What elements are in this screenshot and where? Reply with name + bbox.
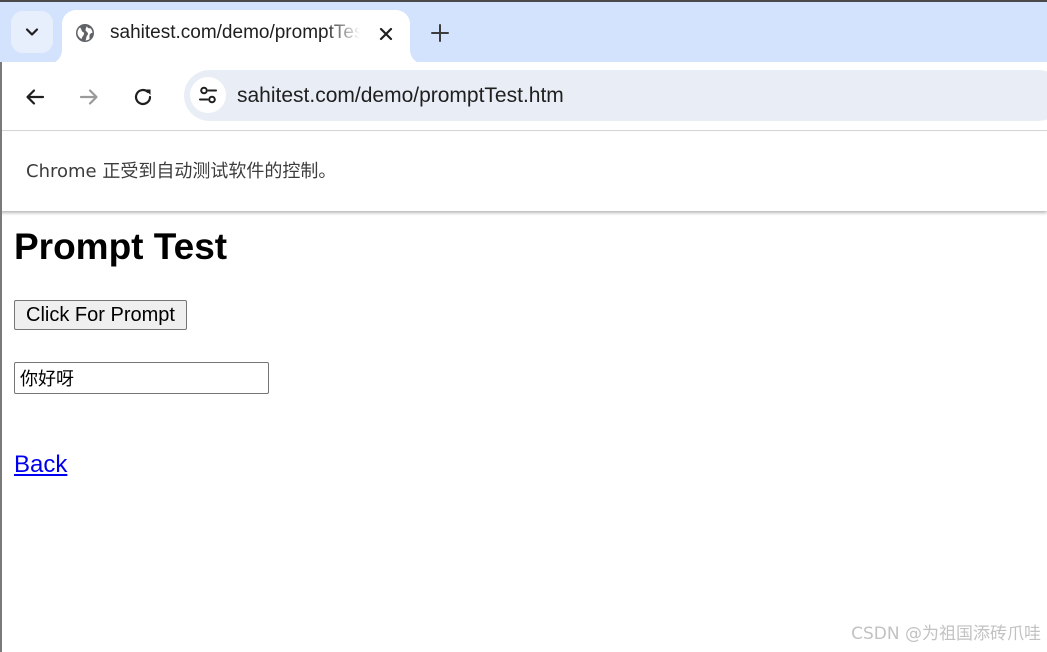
automation-infobar: Chrome 正受到自动测试软件的控制。 (0, 132, 1047, 211)
close-icon (379, 27, 393, 41)
page-title: Prompt Test (14, 226, 228, 267)
site-info-button[interactable] (190, 77, 226, 113)
watermark: CSDN @为祖国添砖爪哇 (851, 624, 1041, 644)
arrow-left-icon (26, 89, 45, 105)
globe-icon (76, 24, 94, 42)
new-tab-button[interactable] (426, 19, 454, 47)
back-link[interactable]: Back (14, 451, 67, 479)
tab-search-button[interactable] (11, 11, 53, 53)
reload-icon (134, 88, 152, 106)
reload-button[interactable] (128, 82, 158, 112)
arrow-right-icon (79, 89, 98, 105)
plus-icon (431, 24, 449, 42)
tab-close-button[interactable] (374, 22, 398, 46)
infobar-message: Chrome 正受到自动测试软件的控制。 (26, 161, 337, 182)
tab-title: sahitest.com/demo/promptTest.htm (110, 22, 360, 43)
click-for-prompt-button[interactable]: Click For Prompt (14, 300, 187, 330)
chevron-down-icon (25, 28, 39, 36)
tab-strip: sahitest.com/demo/promptTest.htm (0, 0, 1047, 64)
url-text[interactable]: sahitest.com/demo/promptTest.htm (237, 82, 564, 110)
forward-button[interactable] (74, 82, 104, 112)
prompt-result-input[interactable] (14, 362, 269, 394)
tab-active[interactable]: sahitest.com/demo/promptTest.htm (62, 10, 410, 64)
page-content: Prompt Test Click For Prompt Back CSDN @… (0, 211, 1047, 652)
toolbar: sahitest.com/demo/promptTest.htm (0, 62, 1047, 131)
browser-window: sahitest.com/demo/promptTest.htm (0, 0, 1047, 652)
tune-icon (199, 86, 217, 104)
back-button[interactable] (20, 82, 50, 112)
window-edge (0, 62, 2, 652)
address-bar[interactable]: sahitest.com/demo/promptTest.htm (184, 70, 1047, 121)
